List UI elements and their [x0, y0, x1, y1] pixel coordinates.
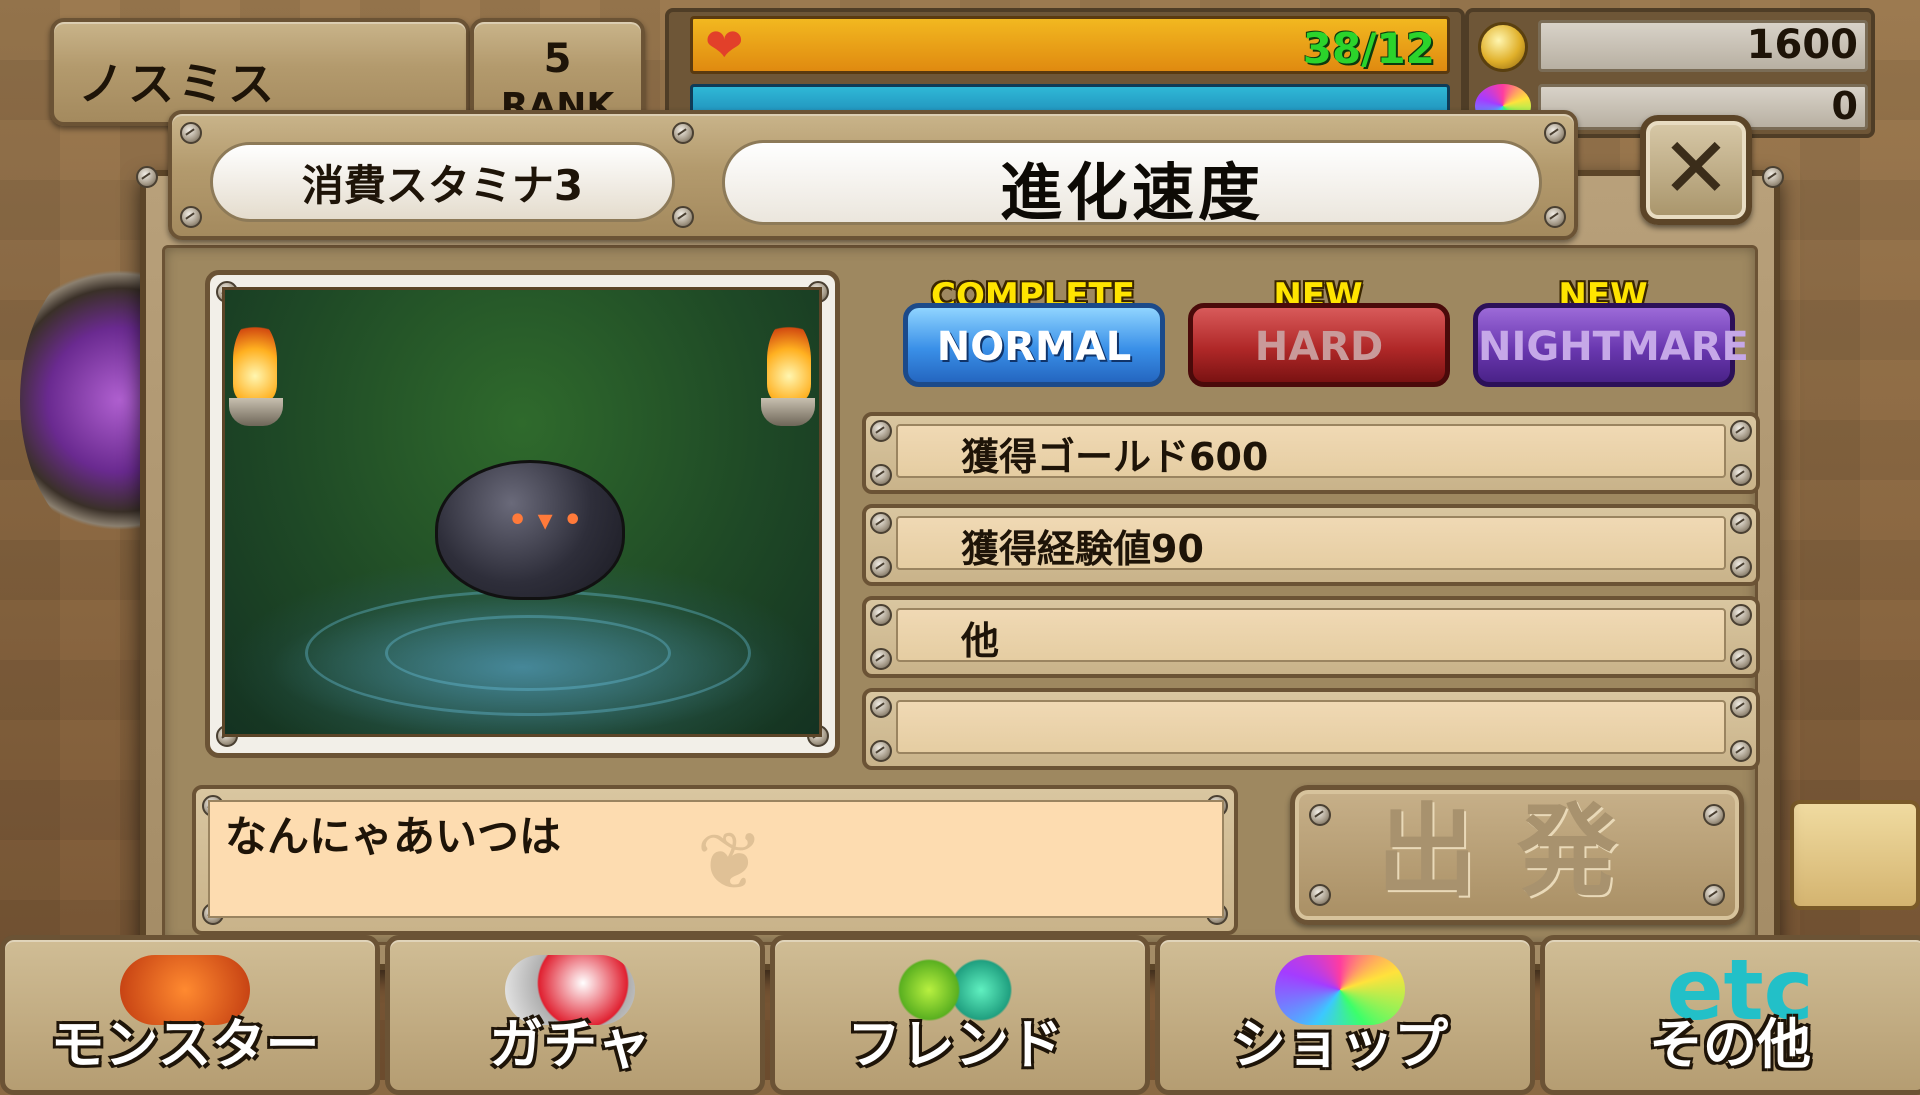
screw-icon [1730, 740, 1752, 762]
screw-icon [1544, 122, 1566, 144]
screw-icon [1730, 696, 1752, 718]
screw-icon [180, 122, 202, 144]
screw-icon [180, 206, 202, 228]
screw-icon [870, 464, 892, 486]
gold-value: 1600 [1746, 22, 1858, 68]
scroll-decoration [1790, 800, 1920, 910]
screw-icon [1730, 648, 1752, 670]
heart-icon: ❤ [705, 18, 744, 72]
player-name: ノスミス [78, 57, 278, 111]
screw-icon [870, 696, 892, 718]
screw-icon [1730, 464, 1752, 486]
screw-icon [1730, 420, 1752, 442]
nav-other-label[interactable]: その他 [1545, 1000, 1915, 1079]
tab-nightmare[interactable]: NIGHTMARE [1473, 303, 1749, 387]
slime-monster: • ▾ • [435, 460, 625, 600]
torch-icon [229, 398, 283, 426]
rank-value: 5 [543, 36, 572, 82]
reward-row: 獲得ゴールド600 [862, 412, 1760, 494]
ornament-icon: ❦ [696, 815, 764, 908]
stamina-value: 38/12 [1302, 24, 1435, 73]
reward-exp: 獲得経験値90 [961, 527, 1204, 571]
reward-gold: 獲得ゴールド600 [961, 435, 1269, 479]
screw-icon [1730, 512, 1752, 534]
magic-circle-inner [385, 615, 671, 691]
reward-row: 他 [862, 596, 1760, 678]
screw-icon [870, 604, 892, 626]
reward-row: 獲得経験値90 [862, 504, 1760, 586]
screw-icon [870, 512, 892, 534]
screw-icon [870, 420, 892, 442]
screw-icon [870, 556, 892, 578]
screw-icon [1544, 206, 1566, 228]
stage-title: 進化速度 [999, 156, 1264, 229]
screw-icon [1762, 166, 1784, 188]
nav-monster-label[interactable]: モンスター [0, 1000, 370, 1079]
tab-hard[interactable]: HARD [1188, 303, 1450, 387]
stamina-cost: 消費スタミナ3 [301, 161, 584, 210]
reward-other: 他 [961, 619, 1000, 663]
reward-row [862, 688, 1760, 770]
slime-face: • ▾ • [508, 503, 583, 538]
screw-icon [870, 648, 892, 670]
depart-label[interactable]: 出発 [1290, 792, 1744, 912]
gold-coin-icon [1478, 22, 1528, 72]
torch-flame-icon [767, 320, 811, 400]
screw-icon [672, 206, 694, 228]
torch-flame-icon [233, 320, 277, 400]
screw-icon [672, 122, 694, 144]
screw-icon [870, 740, 892, 762]
stage-preview-image: • ▾ • [222, 287, 822, 737]
screw-icon [1730, 556, 1752, 578]
reward-field [896, 700, 1726, 754]
torch-icon [761, 398, 815, 426]
stage-description: なんにゃあいつは [225, 812, 562, 861]
screw-icon [1730, 604, 1752, 626]
screw-icon [136, 166, 158, 188]
close-icon[interactable]: ✕ [1640, 118, 1752, 218]
tab-normal[interactable]: NORMAL [903, 303, 1165, 387]
nav-gacha-label[interactable]: ガチャ [385, 1000, 755, 1079]
nav-friend-label[interactable]: フレンド [770, 1000, 1140, 1079]
reward-field [896, 608, 1726, 662]
nav-shop-label[interactable]: ショップ [1155, 1000, 1525, 1079]
